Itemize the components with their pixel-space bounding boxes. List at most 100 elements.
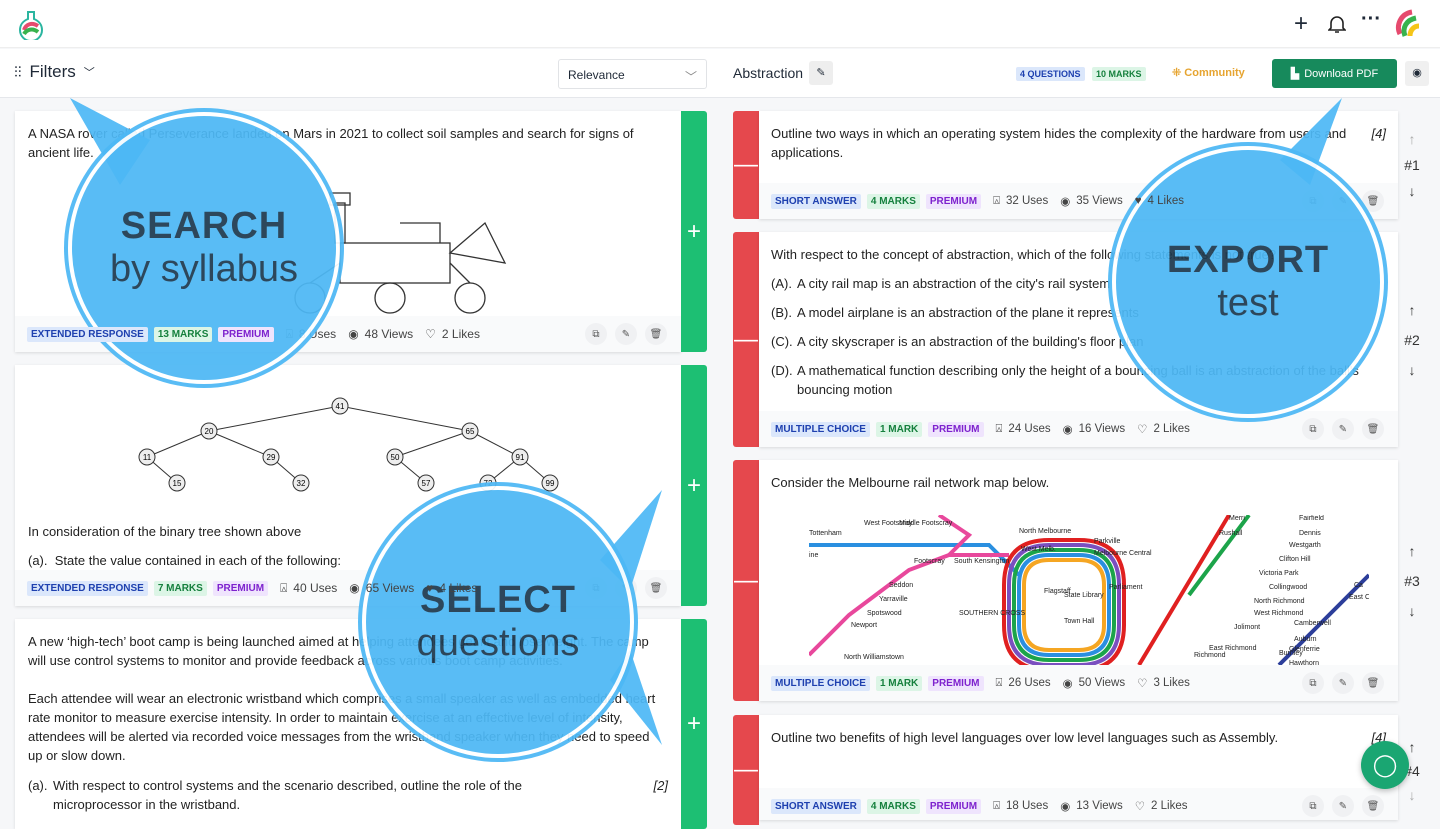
station-label: Middle Footscray [899, 520, 953, 527]
trash-icon[interactable]: 🗑 [1362, 418, 1384, 440]
arrow-down-icon[interactable]: ↓ [1409, 787, 1416, 803]
tree-edge [339, 405, 471, 432]
part-label: (a). [28, 778, 48, 793]
type-badge: EXTENDED RESPONSE [27, 326, 148, 342]
station-label: East Richmond [1209, 645, 1257, 652]
arrow-up-icon[interactable]: ↑ [1409, 302, 1416, 318]
lock-icon: ⍓ [995, 422, 1003, 435]
arrow-up-icon[interactable]: ↑ [1409, 543, 1416, 559]
download-pdf-button[interactable]: ▙ Download PDF [1272, 59, 1397, 88]
minus-icon: — [734, 756, 758, 783]
preview-eye-icon[interactable]: ◉ [1405, 61, 1429, 86]
type-badge: SHORT ANSWER [771, 798, 861, 814]
remove-question-button[interactable]: — [733, 715, 759, 825]
station-label: Yarraville [879, 596, 908, 603]
trash-icon[interactable]: 🗑 [1362, 672, 1384, 694]
tree-edge [208, 430, 272, 458]
question-text: Outline two benefits of high level langu… [771, 730, 1279, 745]
tree-node-label: 41 [336, 402, 345, 411]
sort-select[interactable]: Relevance ﹀ [558, 59, 707, 89]
bell-icon[interactable] [1328, 14, 1346, 34]
uses-count: 24 Uses [1008, 423, 1051, 435]
station-label: Westgarth [1289, 542, 1321, 549]
views-count: 65 Views [365, 581, 415, 595]
test-question-card: Consider the Melbourne rail network map … [759, 460, 1398, 701]
marks-badge: 1 MARK [875, 675, 923, 691]
arrow-down-icon[interactable]: ↓ [1409, 183, 1416, 199]
type-badge: MULTIPLE CHOICE [771, 675, 870, 691]
likes-count: 2 Likes [1151, 800, 1188, 812]
uses-count: 40 Uses [293, 581, 338, 595]
trash-icon[interactable]: 🗑 [645, 577, 667, 599]
eye-icon: ◉ [1062, 424, 1073, 436]
arrow-up-icon[interactable]: ↑ [1409, 739, 1416, 755]
more-icon[interactable]: ··· [1361, 8, 1381, 31]
remove-question-button[interactable]: — [733, 232, 759, 447]
trash-icon[interactable]: 🗑 [645, 323, 667, 345]
station-label: Merri [1229, 515, 1245, 522]
edit-icon[interactable]: ✎ [1332, 672, 1354, 694]
arrow-down-icon[interactable]: ↓ [1409, 362, 1416, 378]
tier-badge: PREMIUM [925, 798, 982, 814]
export-callout: EXPORT test [1112, 146, 1384, 418]
question-number: #2 [1404, 331, 1420, 348]
edit-icon[interactable]: ✎ [1332, 418, 1354, 440]
minus-icon: — [734, 151, 758, 178]
toolbar: ⫶⫶ Filters ﹀ Relevance ﹀ Abstraction ✎ 4 … [0, 49, 1440, 98]
likes-count: 2 Likes [441, 327, 480, 341]
add-question-button[interactable]: + [681, 365, 707, 606]
remove-question-button[interactable]: — [733, 111, 759, 219]
station-label: Spotswood [867, 610, 902, 617]
plus-icon: + [686, 471, 701, 499]
station-label: Seddon [889, 582, 913, 589]
question-text: Consider the Melbourne rail network map … [771, 475, 1050, 490]
minus-icon: — [734, 566, 758, 594]
station-label: Ca [1354, 582, 1363, 589]
add-question-button[interactable]: + [681, 111, 707, 352]
copy-icon[interactable]: ⧉ [1302, 418, 1324, 440]
plus-icon[interactable]: + [1294, 10, 1308, 38]
uses-count: 32 Uses [1006, 195, 1049, 207]
filters-button[interactable]: ⫶⫶ Filters ﹀ [14, 62, 95, 82]
community-icon: ⁜ [1172, 67, 1185, 79]
avatar[interactable] [1394, 8, 1422, 38]
station-label: Melbourne Central [1094, 550, 1152, 557]
option-text: A city rail map is an abstraction of the… [797, 276, 1111, 291]
likes-count: 3 Likes [1153, 677, 1190, 689]
type-badge: EXTENDED RESPONSE [27, 580, 148, 596]
chat-support-button[interactable]: ◯ [1361, 741, 1409, 789]
uses-count: 18 Uses [1006, 800, 1049, 812]
trash-icon[interactable]: 🗑 [1362, 795, 1384, 817]
station-label: Clifton Hill [1279, 556, 1311, 563]
arrow-down-icon[interactable]: ↓ [1409, 603, 1416, 619]
tree-edge [394, 430, 471, 458]
add-question-button[interactable]: + [681, 619, 707, 829]
app-logo[interactable] [18, 10, 44, 40]
tier-badge: PREMIUM [212, 580, 269, 596]
heart-icon: ♡ [1137, 678, 1148, 690]
lock-icon: ⍓ [993, 799, 1001, 812]
heart-icon: ♡ [1134, 801, 1146, 813]
copy-icon[interactable]: ⧉ [1302, 672, 1324, 694]
station-label: ine [809, 552, 818, 559]
arrow-up-icon[interactable]: ↑ [1409, 131, 1416, 147]
station-label: Newport [851, 622, 877, 629]
station-label: Parliament [1109, 584, 1143, 591]
remove-question-button[interactable]: — [733, 460, 759, 701]
trash-icon[interactable]: 🗑 [1362, 190, 1384, 212]
station-label: Town Hall [1064, 618, 1095, 625]
community-link[interactable]: ⁜ Community [1172, 66, 1245, 79]
copy-icon[interactable]: ⧉ [1302, 795, 1324, 817]
copy-icon[interactable]: ⧉ [585, 323, 607, 345]
option-label: (D). [771, 363, 793, 378]
tree-node-label: 91 [516, 453, 525, 462]
marks-badge: 4 MARKS [866, 798, 920, 814]
question-number: #1 [1404, 157, 1420, 173]
edit-icon[interactable]: ✎ [615, 323, 637, 345]
station-label: North Richmond [1254, 598, 1305, 605]
lock-icon: ⍓ [280, 580, 288, 595]
part-label: (a). [28, 553, 48, 568]
station-label: West Richmond [1254, 610, 1303, 617]
edit-title-icon[interactable]: ✎ [809, 61, 833, 85]
edit-icon[interactable]: ✎ [1332, 795, 1354, 817]
